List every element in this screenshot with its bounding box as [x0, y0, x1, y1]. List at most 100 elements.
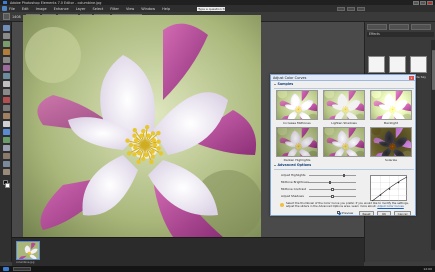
- lasso-tool-icon[interactable]: [2, 65, 10, 71]
- menu-view[interactable]: View: [126, 7, 134, 11]
- maximize-button[interactable]: [420, 0, 426, 5]
- start-button[interactable]: [3, 267, 9, 271]
- help-search-input[interactable]: Type a question for help: [197, 6, 226, 11]
- advanced-section-header[interactable]: Advanced Options: [274, 163, 414, 168]
- stamen-tip: [299, 110, 301, 112]
- stamen-tip: [393, 143, 395, 145]
- minimize-button[interactable]: [413, 0, 419, 5]
- marquee-tool-icon[interactable]: [2, 57, 10, 63]
- slider-knob[interactable]: [343, 173, 346, 178]
- healing-brush-icon[interactable]: [2, 105, 10, 111]
- samples-header-label: Samples: [277, 82, 294, 86]
- type-tool-icon[interactable]: [2, 81, 10, 87]
- thumbnail-image: [17, 242, 39, 259]
- menu-filter[interactable]: Filter: [110, 7, 119, 11]
- menu-enhance[interactable]: Enhance: [54, 7, 69, 11]
- stamen-tip: [300, 146, 302, 148]
- menu-help[interactable]: Help: [162, 7, 170, 11]
- workspace-button[interactable]: [337, 6, 345, 11]
- project-thumbnail[interactable]: [16, 241, 40, 260]
- variant-thumbnail[interactable]: [323, 127, 365, 157]
- slider-knob[interactable]: [331, 194, 334, 199]
- adjust-shadows-slider[interactable]: [309, 194, 356, 199]
- eraser-icon[interactable]: [2, 121, 10, 127]
- slider-knob[interactable]: [328, 180, 332, 185]
- menu-select[interactable]: Select: [92, 7, 103, 11]
- zoom-tool-icon[interactable]: [2, 33, 10, 39]
- workspace-button[interactable]: [347, 6, 355, 11]
- gradient-tool-icon[interactable]: [2, 145, 10, 151]
- sponge-tool-icon[interactable]: [2, 169, 10, 175]
- menu-edit[interactable]: Edit: [22, 7, 29, 11]
- stamen-tip: [347, 146, 349, 148]
- zoom-tool-icon[interactable]: [3, 13, 10, 20]
- brush-tool-icon[interactable]: [2, 129, 10, 135]
- ok-button[interactable]: OK: [377, 211, 391, 216]
- reset-button[interactable]: Reset: [359, 211, 374, 216]
- stamen-tip: [347, 145, 349, 147]
- menu-file[interactable]: File: [9, 7, 15, 11]
- hand-tool-icon[interactable]: [2, 41, 10, 47]
- adjust-highlights-label: Adjust Highlights: [281, 173, 306, 177]
- effect-preset-slot[interactable]: [410, 56, 427, 73]
- stamen-tip: [126, 151, 132, 156]
- red-eye-icon[interactable]: [2, 97, 10, 103]
- stamen-tip: [297, 144, 299, 146]
- stamen-tip: [390, 107, 392, 109]
- midtone-contrast-slider[interactable]: [309, 187, 356, 192]
- stamen-tip: [297, 111, 298, 113]
- stamen-tip: [136, 159, 141, 165]
- clone-stamp-icon[interactable]: [2, 113, 10, 119]
- magic-wand-icon[interactable]: [2, 73, 10, 79]
- panel-tab[interactable]: [367, 24, 387, 30]
- slider-knob[interactable]: [331, 187, 334, 192]
- background-color-swatch[interactable]: [5, 183, 10, 188]
- crop-tool-icon[interactable]: [2, 89, 10, 95]
- close-window-button[interactable]: [427, 0, 433, 5]
- panel-scrollbar[interactable]: [431, 40, 435, 250]
- flower-photo[interactable]: [23, 15, 261, 237]
- panel-tab[interactable]: [411, 24, 431, 30]
- stamen-tip: [297, 148, 299, 150]
- adjust-highlights-slider[interactable]: [309, 173, 356, 178]
- stamen-tip: [343, 143, 345, 145]
- menu-layer[interactable]: Layer: [76, 7, 86, 11]
- menu-image[interactable]: Image: [36, 7, 47, 11]
- samples-section-header[interactable]: Samples: [274, 82, 414, 87]
- shape-tool-icon[interactable]: [2, 153, 10, 159]
- stamen-tip: [393, 110, 395, 112]
- stamen-tip: [346, 148, 348, 150]
- stamen-tip: [295, 145, 296, 146]
- stamen-tip: [392, 142, 394, 144]
- workspace-button[interactable]: [357, 6, 365, 11]
- effect-preset-slot[interactable]: [389, 56, 406, 73]
- effect-preset-slot[interactable]: [368, 56, 385, 73]
- variant-thumbnail[interactable]: [276, 127, 318, 157]
- stamen-tip: [295, 110, 297, 112]
- scrollbar-thumb[interactable]: [431, 50, 435, 90]
- move-tool-icon[interactable]: [2, 25, 10, 31]
- stamen-tip: [132, 133, 137, 138]
- paint-bucket-icon[interactable]: [2, 137, 10, 143]
- variant-thumbnail[interactable]: [370, 127, 412, 157]
- variant-thumbnail[interactable]: [276, 90, 318, 120]
- blur-tool-icon[interactable]: [2, 161, 10, 167]
- panel-tab[interactable]: [389, 24, 409, 30]
- preview-checkbox[interactable]: [337, 211, 340, 215]
- variant-thumbnail[interactable]: [370, 90, 412, 120]
- stamen-tip: [346, 147, 348, 149]
- stamen-tip: [150, 131, 156, 136]
- learn-more-link[interactable]: Adjust Color Curves: [377, 204, 403, 208]
- menu-window[interactable]: Window: [141, 7, 155, 11]
- variant-thumbnail[interactable]: [323, 90, 365, 120]
- cancel-button[interactable]: Cancel: [394, 211, 411, 216]
- stamen-tip: [394, 108, 396, 110]
- taskbar-app-button[interactable]: [13, 267, 31, 271]
- dialog-close-button[interactable]: x: [409, 76, 414, 80]
- stamen-tip: [393, 145, 395, 147]
- midtone-brightness-slider[interactable]: [309, 180, 356, 185]
- stamen-tip: [151, 138, 157, 143]
- stamen-tip: [394, 110, 396, 112]
- stamen-tip: [342, 147, 344, 149]
- eyedropper-icon[interactable]: [2, 49, 10, 55]
